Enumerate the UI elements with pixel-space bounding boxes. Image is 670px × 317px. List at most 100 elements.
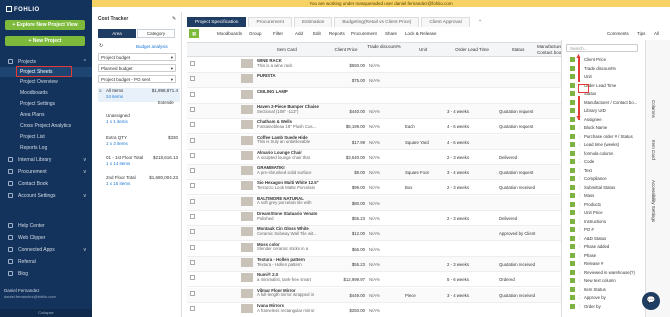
trade-discount-cell[interactable]: N/A% [369,211,399,226]
column-checkbox[interactable] [570,218,575,224]
column-toggle-item[interactable]: ⋮ Block Name [570,124,642,132]
status-cell[interactable]: Quotation request [499,104,537,119]
sidebar-item-project-settings[interactable]: Project Settings [0,99,92,109]
order-lead-time-cell[interactable]: 5 - 6 weeks [447,272,497,287]
row-checkbox[interactable] [190,152,195,158]
vtab-accessibility[interactable]: Accessibility Settings [651,180,656,222]
order-lead-time-cell[interactable]: 2 - 3 weeks [447,180,497,195]
item-card-cell[interactable]: Chatham & Wells Fontainebleau 18" Plush C… [257,119,325,134]
new-project-button[interactable]: + New Project [5,36,85,46]
drag-handle-icon[interactable]: ⋮ [577,175,581,182]
order-lead-time-cell[interactable]: 3 - 4 weeks [447,104,497,119]
unit-cell[interactable] [405,303,443,317]
sidebar-item-reports-log[interactable]: Reports Log [0,143,92,153]
drag-handle-icon[interactable]: ⋮ [577,277,581,284]
unit-cell[interactable] [405,242,443,257]
unit-cell[interactable]: Box [405,180,443,195]
item-card-cell[interactable]: Vilmar Floor Mirror A full-length mirror … [257,288,325,303]
status-cell[interactable]: Quotation received [499,288,537,303]
column-toggle-item[interactable]: ⋮ Submittal Status [570,184,642,192]
extra-qty-row[interactable]: Extra QTY $330 1 x 3 items [98,135,180,147]
group-button[interactable]: Group [249,29,262,39]
drag-handle-icon[interactable]: ⋮ [577,226,581,233]
procurement-button[interactable]: Procurement [351,29,377,39]
item-card-cell[interactable]: Montauk Cin Gloss White Ceramic Subway Wa… [257,226,325,241]
sidebar-item-contact-book[interactable]: Contact Book [0,179,92,189]
table-row[interactable]: Coffee Lamb Suede Hide This is truly an u… [187,134,567,150]
column-toggle-item[interactable]: ⋮ Code [570,158,642,166]
column-checkbox[interactable] [570,184,575,190]
column-checkbox[interactable] [570,295,575,300]
item-card-cell[interactable]: Almario Lounge Chair A sculpted lounge ch… [257,150,325,165]
table-row[interactable]: Numi® 2.0 a minimalist, tank-free smart $1… [187,272,567,288]
status-cell[interactable]: Ordered [499,272,537,287]
unit-cell[interactable] [405,104,443,119]
drag-handle-icon[interactable]: ⋮ [577,209,581,216]
client-price-cell[interactable] [327,89,365,104]
item-card-cell[interactable]: Textura - Hollen pattern Textura - Hollen… [257,257,325,272]
trade-discount-cell[interactable]: N/A% [369,272,399,287]
tab-estimation[interactable]: Estimation [293,17,333,27]
trade-discount-cell[interactable]: N/A% [369,180,399,195]
sidebar-item-web-clipper[interactable]: Web Clipper [0,233,92,243]
client-price-cell[interactable]: $440.00 [327,104,365,119]
drag-handle-icon[interactable]: ⋮ [577,133,581,140]
column-checkbox[interactable] [570,74,575,79]
row-checkbox[interactable] [190,214,195,219]
order-lead-time-cell[interactable] [447,226,497,241]
drag-handle-icon[interactable]: ⋮ [577,286,581,293]
client-price-cell[interactable]: $3,640.00 [327,150,365,165]
column-checkbox[interactable] [570,125,575,130]
column-toggle-item[interactable]: ⋮ Order by [570,303,642,311]
row-checkbox[interactable] [190,106,195,112]
client-price-cell[interactable]: $250.00 [327,303,365,317]
column-toggle-item[interactable]: ⋮Trade discount% [570,65,642,73]
row-checkbox[interactable] [190,76,195,82]
table-row[interactable]: Chatham & Wells Fontainebleau 18" Plush C… [187,119,567,135]
trade-discount-cell[interactable]: N/A% [369,58,399,73]
budget-select-3[interactable]: Project budget - PO sent [98,75,176,83]
status-cell[interactable]: Delivered [499,150,537,165]
item-card-cell[interactable]: Sio Hexagon Multi White 12.5" Terrazzo Lo… [257,180,325,195]
reports-button[interactable]: Reports [329,29,345,39]
row-checkbox[interactable] [190,91,195,97]
row-checkbox[interactable] [190,275,195,281]
sidebar-item-procurement[interactable]: Procurement v [0,167,92,177]
status-cell[interactable] [499,196,537,211]
column-toggle-item[interactable]: ⋮ PO # [570,226,642,234]
column-toggle-item[interactable]: ⋮Unit [570,73,642,81]
column-checkbox[interactable] [570,286,575,292]
view-toggle-icon[interactable]: ▦ [189,29,200,38]
column-toggle-item[interactable]: ⋮ Purchase order # / Status [570,133,642,141]
edit-icon[interactable]: ✎ [172,16,176,22]
client-price-cell[interactable]: $75.00 [327,73,365,88]
header-item-card[interactable]: Item Card [247,43,327,57]
refresh-icon[interactable]: ↻ [99,43,103,49]
table-row[interactable]: Sio Hexagon Multi White 12.5" Terrazzo Lo… [187,180,567,196]
trade-discount-cell[interactable] [369,89,399,104]
header-trade-discount[interactable]: Trade discount% [367,43,401,57]
row-checkbox[interactable] [190,244,195,250]
order-lead-time-cell[interactable] [447,196,497,211]
segment-category[interactable]: Category [137,29,175,38]
table-row[interactable]: Textura - Hollen pattern Textura - Hollen… [187,256,567,272]
order-lead-time-cell[interactable] [447,73,497,88]
column-checkbox[interactable] [570,201,575,207]
column-toggle-item[interactable]: ⋮ Item Status [570,286,642,294]
order-lead-time-cell[interactable]: 4 - 6 weeks [447,135,497,150]
client-price-cell[interactable]: $66.00 [327,242,365,257]
column-toggle-item[interactable]: ⋮ Unit Price [570,209,642,217]
column-checkbox[interactable] [570,108,575,113]
drag-handle-icon[interactable]: ⋮ [577,269,581,276]
item-card-cell[interactable]: WINE RACK This is a wine rack [257,58,325,73]
table-row[interactable]: DreamStone Statuario Venato Polished $55.2… [187,211,567,226]
column-toggle-item[interactable]: ⋮ Phase added [570,243,642,251]
column-toggle-item[interactable]: ⋮ New text column [570,277,642,285]
unit-cell[interactable] [405,73,443,88]
vtab-item-card[interactable]: Item Card [651,140,656,160]
status-cell[interactable] [499,58,537,73]
drag-handle-icon[interactable]: ⋮ [577,260,581,267]
table-row[interactable]: Ivana Mirrors A frameless rectangular mir… [187,303,567,317]
status-cell[interactable] [499,303,537,317]
client-price-cell[interactable]: $8.00 [327,165,365,180]
